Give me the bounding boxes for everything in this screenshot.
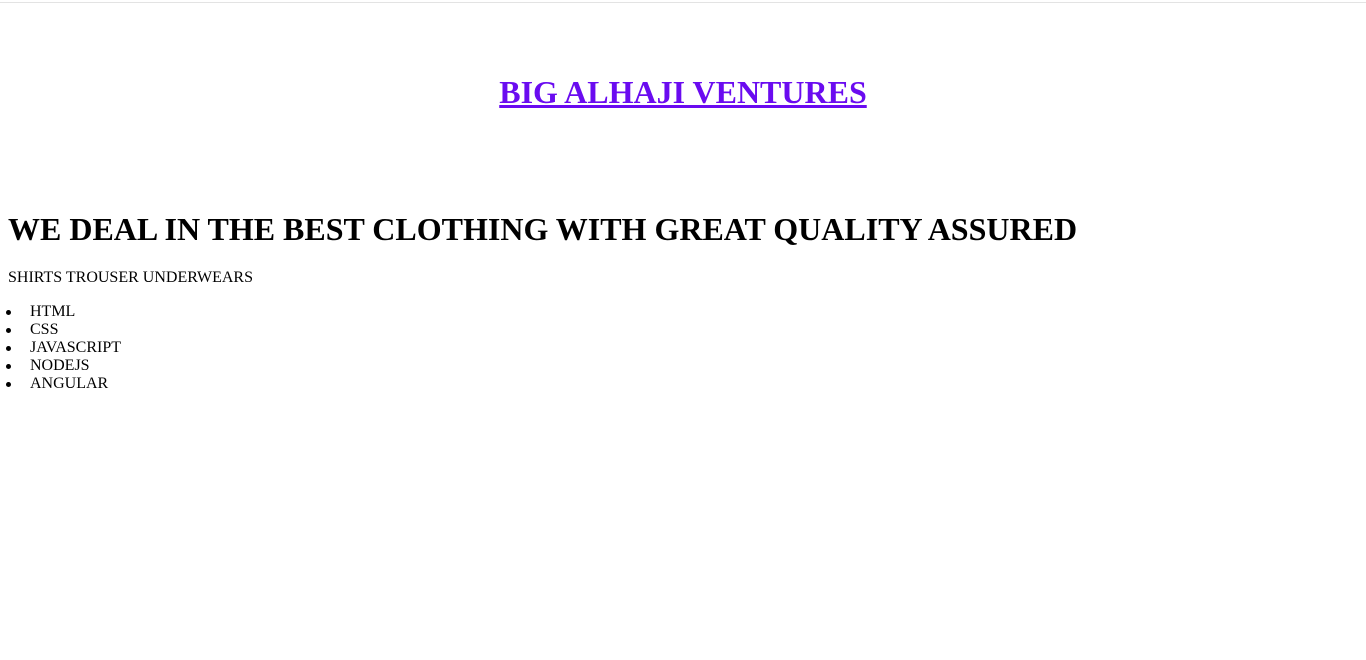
top-border bbox=[0, 2, 1366, 3]
list-item: CSS bbox=[6, 321, 121, 339]
bullet-icon bbox=[6, 364, 11, 369]
skill-list: HTML CSS JAVASCRIPT NODEJS ANGULAR bbox=[0, 303, 121, 393]
categories-text: SHIRTS TROUSER UNDERWEARS bbox=[8, 269, 253, 286]
list-item-label: HTML bbox=[30, 303, 76, 320]
list-item-label: CSS bbox=[30, 321, 59, 338]
list-item: JAVASCRIPT bbox=[6, 339, 122, 357]
bullet-icon bbox=[6, 382, 11, 387]
list-item-label: ANGULAR bbox=[30, 375, 109, 392]
list-item: ANGULAR bbox=[6, 375, 121, 393]
list-item-label: NODEJS bbox=[30, 357, 90, 374]
bullet-icon bbox=[6, 310, 11, 315]
brand-heading: BIG ALHAJI VENTURES bbox=[0, 72, 1366, 112]
list-item: HTML bbox=[6, 303, 121, 321]
list-item-label: JAVASCRIPT bbox=[30, 339, 122, 356]
brand-link[interactable]: BIG ALHAJI VENTURES bbox=[499, 74, 867, 110]
bullet-icon bbox=[6, 328, 11, 333]
page-headline: WE DEAL IN THE BEST CLOTHING WITH GREAT … bbox=[8, 211, 1078, 247]
list-item: NODEJS bbox=[6, 357, 121, 375]
bullet-icon bbox=[6, 346, 11, 351]
